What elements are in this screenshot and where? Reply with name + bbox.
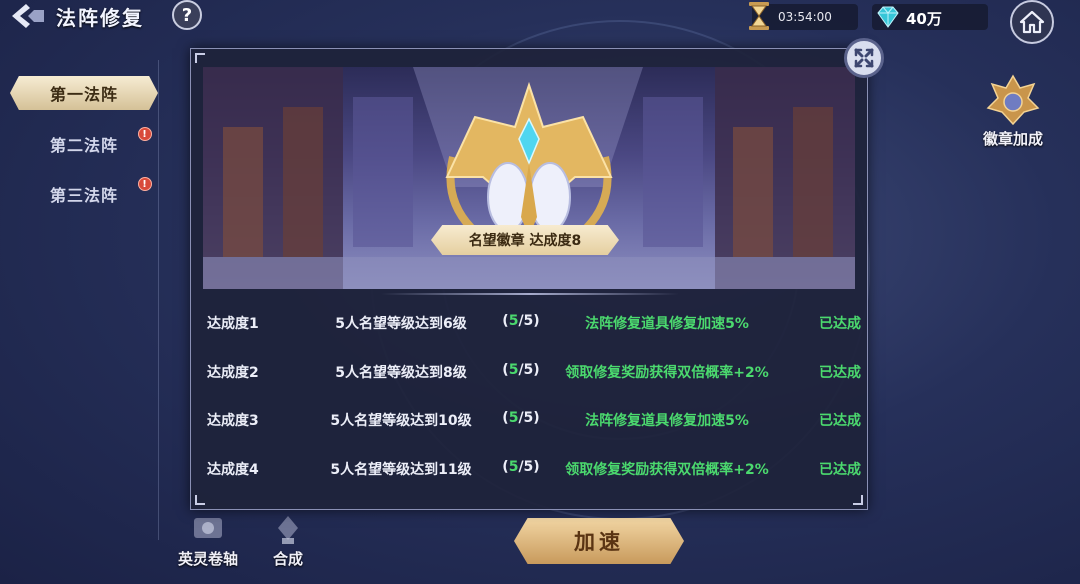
tab-first-array[interactable]: 第一法阵 [10,76,158,110]
row-level: 达成度1 [207,316,259,332]
back-arrow-icon [12,4,44,28]
speed-up-label: 加速 [574,530,624,554]
alert-badge: ! [138,177,152,191]
row-requirement: 5人名望等级达到11级 [330,461,472,478]
progress-current: 5 [508,458,519,475]
badge-bonus-icon [986,74,1040,126]
row-progress: (5/5) [491,459,551,475]
row-status: 已达成 [819,364,861,381]
progress-total: /5) [518,361,540,378]
achievement-row: 达成度1 5人名望等级达到6级 (5/5) 法阵修复道具修复加速5% 已达成 [191,297,867,346]
row-progress: (5/5) [491,313,551,329]
tab-label: 第三法阵 [49,186,118,205]
tab-second-array[interactable]: 第二法阵 ! [10,127,158,161]
progress-total: /5) [518,410,540,426]
question-icon: ? [181,4,193,26]
row-requirement: 5人名望等级达到6级 [335,316,467,332]
row-effect: 法阵修复道具修复加速5% [585,413,749,429]
row-progress: (5/5) [491,362,551,378]
badge-bonus-button[interactable]: 徽章加成 [974,72,1052,152]
row-level: 达成度4 [207,461,259,478]
row-progress: (5/5) [491,410,551,426]
merge-icon [278,516,298,544]
badge-bonus-label: 徽章加成 [982,130,1043,148]
tab-third-array[interactable]: 第三法阵 ! [10,177,158,211]
row-status: 已达成 [819,461,861,478]
help-button[interactable]: ? [172,0,202,30]
progress-current: 5 [508,410,519,426]
achievement-row: 达成度3 5人名望等级达到10级 (5/5) 法阵修复道具修复加速5% 已达成 [191,394,867,443]
home-button[interactable] [1010,0,1054,44]
merge-label: 合成 [272,550,303,568]
hero-scroll-label: 英灵卷轴 [177,550,238,568]
sidebar-divider [158,60,159,540]
currency-amount: 40万 [906,10,942,28]
panel-corner-ornament [195,53,205,63]
close-icon [854,48,874,68]
tab-label: 第一法阵 [49,85,118,104]
row-status: 已达成 [819,413,861,429]
timer-display: 03:54:00 [749,2,858,30]
row-requirement: 5人名望等级达到10级 [330,413,472,429]
progress-total: /5) [518,458,540,475]
badge-hero-image [203,67,855,289]
badge-title-banner: 名望徽章 达成度8 [431,225,619,255]
badge-detail-panel: 名望徽章 达成度8 达成度1 5人名望等级达到6级 (5/5) 法阵修复道具修复… [190,48,868,510]
close-button[interactable] [844,38,884,78]
currency-display: 40万 [872,4,988,30]
alert-badge: ! [138,127,152,141]
back-button[interactable] [6,0,48,32]
row-effect: 领取修复奖励获得双倍概率+2% [565,364,769,381]
row-effect: 领取修复奖励获得双倍概率+2% [565,461,769,478]
panel-divider [381,293,679,295]
home-icon [1019,10,1045,34]
hourglass-icon [749,2,769,30]
prestige-badge-icon [445,81,613,255]
achievement-list: 达成度1 5人名望等级达到6级 (5/5) 法阵修复道具修复加速5% 已达成 达… [191,297,867,509]
achievement-row-partial [191,491,867,509]
row-level: 达成度2 [207,364,259,381]
row-status: 已达成 [819,316,861,332]
page-title: 法阵修复 [56,6,144,30]
progress-current: 5 [508,361,519,378]
row-effect: 法阵修复道具修复加速5% [585,316,749,332]
achievement-row: 达成度2 5人名望等级达到8级 (5/5) 领取修复奖励获得双倍概率+2% 已达… [191,346,867,395]
row-level: 达成度3 [207,413,259,429]
diamond-icon [877,6,899,28]
tab-label: 第二法阵 [49,136,118,155]
progress-total: /5) [518,313,540,329]
speed-up-button[interactable]: 加速 [514,518,684,564]
hero-scroll-button[interactable]: 英灵卷轴 [168,510,248,582]
timer-text: 03:54:00 [778,10,832,24]
row-requirement: 5人名望等级达到8级 [335,364,467,381]
badge-title: 名望徽章 达成度8 [468,233,582,249]
scroll-icon [194,518,222,538]
progress-current: 5 [508,313,519,329]
merge-button[interactable]: 合成 [248,510,328,582]
achievement-row: 达成度4 5人名望等级达到11级 (5/5) 领取修复奖励获得双倍概率+2% 已… [191,443,867,492]
